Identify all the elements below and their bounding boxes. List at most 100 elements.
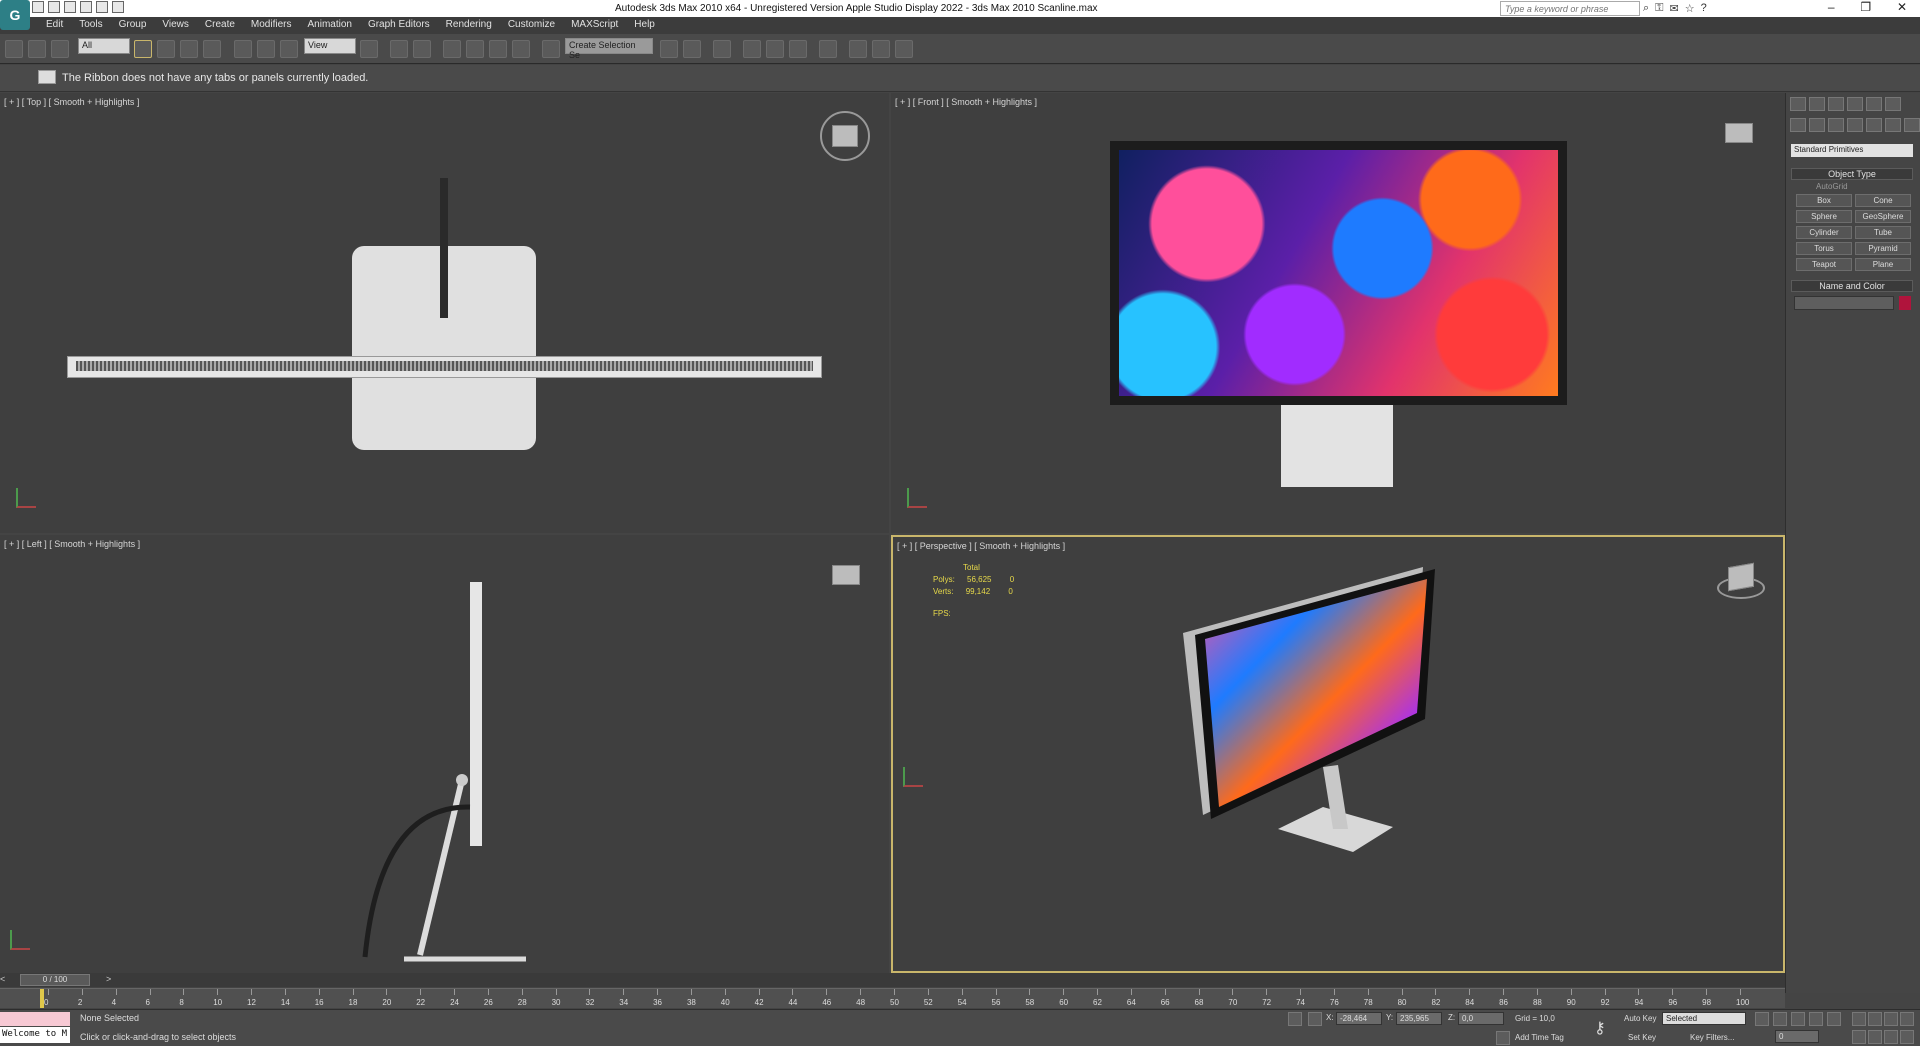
save-icon[interactable] xyxy=(64,1,76,13)
box-button[interactable]: Box xyxy=(1796,194,1852,207)
select-object-icon[interactable] xyxy=(134,40,152,58)
stand-shape[interactable] xyxy=(1281,405,1393,487)
restore-button[interactable]: ❐ xyxy=(1860,0,1871,14)
rendered-frame-window-icon[interactable] xyxy=(872,40,890,58)
menu-views[interactable]: Views xyxy=(154,17,197,34)
schematic-view-icon[interactable] xyxy=(789,40,807,58)
pivot-center-icon[interactable] xyxy=(360,40,378,58)
menu-group[interactable]: Group xyxy=(111,17,155,34)
go-to-end-icon[interactable] xyxy=(1827,1012,1841,1026)
unlink-icon[interactable] xyxy=(28,40,46,58)
cone-button[interactable]: Cone xyxy=(1855,194,1911,207)
close-button[interactable]: ✕ xyxy=(1897,0,1907,14)
sphere-button[interactable]: Sphere xyxy=(1796,210,1852,223)
selection-filter-dropdown[interactable]: All xyxy=(78,38,130,54)
redo-icon[interactable] xyxy=(96,1,108,13)
project-folder-icon[interactable] xyxy=(112,1,124,13)
z-coordinate-input[interactable]: 0,0 xyxy=(1458,1012,1504,1025)
play-icon[interactable] xyxy=(1791,1012,1805,1026)
tube-button[interactable]: Tube xyxy=(1855,226,1911,239)
helpers-icon[interactable] xyxy=(1866,118,1882,132)
go-to-start-icon[interactable] xyxy=(1755,1012,1769,1026)
move-icon[interactable] xyxy=(234,40,252,58)
pan-icon[interactable] xyxy=(1868,1030,1882,1044)
cylinder-button[interactable]: Cylinder xyxy=(1796,226,1852,239)
new-file-icon[interactable] xyxy=(32,1,44,13)
percent-snap-icon[interactable] xyxy=(489,40,507,58)
zoom-extents-icon[interactable] xyxy=(1884,1012,1898,1026)
display-tab-icon[interactable] xyxy=(1866,97,1882,111)
menu-rendering[interactable]: Rendering xyxy=(438,17,500,34)
select-by-name-icon[interactable] xyxy=(157,40,175,58)
field-of-view-icon[interactable] xyxy=(1852,1030,1866,1044)
monitor-bezel-shape[interactable] xyxy=(1110,141,1567,405)
time-slider[interactable]: 0 / 100 > < xyxy=(0,973,1785,987)
perspective-monitor-svg[interactable] xyxy=(1183,567,1513,927)
systems-icon[interactable] xyxy=(1904,118,1920,132)
x-coordinate-input[interactable]: -28,464 xyxy=(1336,1012,1382,1025)
render-production-icon[interactable] xyxy=(895,40,913,58)
selection-lock-icon[interactable] xyxy=(1288,1012,1302,1026)
menu-create[interactable]: Create xyxy=(197,17,243,34)
object-type-rollout[interactable]: Object Type xyxy=(1791,168,1913,180)
object-category-dropdown[interactable]: Standard Primitives xyxy=(1791,144,1913,157)
viewport-label[interactable]: [ + ] [ Left ] [ Smooth + Highlights ] xyxy=(4,539,140,549)
undo-icon[interactable] xyxy=(80,1,92,13)
minimize-button[interactable]: – xyxy=(1828,0,1835,14)
y-coordinate-input[interactable]: 235,965 xyxy=(1396,1012,1442,1025)
set-key-button[interactable]: Set Key xyxy=(1628,1033,1656,1042)
viewcube-face-icon[interactable] xyxy=(832,125,858,147)
favorites-icon[interactable]: ☆ xyxy=(1685,2,1695,15)
autogrid-checkbox[interactable]: AutoGrid xyxy=(1816,182,1848,191)
current-frame-input[interactable]: 0 xyxy=(1775,1030,1819,1043)
stand-profile-svg[interactable] xyxy=(340,765,540,965)
binoculars-icon[interactable]: ⌕ xyxy=(1643,2,1649,15)
named-selection-set-input[interactable]: Create Selection Se xyxy=(565,38,653,60)
edit-named-selection-icon[interactable] xyxy=(542,40,560,58)
viewport-label[interactable]: [ + ] [ Front ] [ Smooth + Highlights ] xyxy=(895,97,1037,107)
menu-modifiers[interactable]: Modifiers xyxy=(243,17,300,34)
bind-space-warp-icon[interactable] xyxy=(51,40,69,58)
layer-manager-icon[interactable] xyxy=(713,40,731,58)
menu-edit[interactable]: Edit xyxy=(38,17,71,34)
orbit-icon[interactable] xyxy=(1884,1030,1898,1044)
create-tab-icon[interactable] xyxy=(1790,97,1806,111)
display-body-shape[interactable] xyxy=(67,356,822,378)
graphite-modeling-icon[interactable] xyxy=(743,40,761,58)
space-warps-icon[interactable] xyxy=(1885,118,1901,132)
help-search-input[interactable] xyxy=(1500,1,1640,16)
teapot-button[interactable]: Teapot xyxy=(1796,258,1852,271)
menu-maxscript[interactable]: MAXScript xyxy=(563,17,626,34)
add-time-tag-button[interactable]: Add Time Tag xyxy=(1515,1033,1564,1042)
reference-coordinate-dropdown[interactable]: View xyxy=(304,38,356,54)
align-icon[interactable] xyxy=(683,40,701,58)
subscription-icon[interactable]: ⚿ xyxy=(1655,2,1663,15)
help-icon[interactable]: ? xyxy=(1701,2,1707,15)
snaps-toggle-icon[interactable] xyxy=(443,40,461,58)
time-slider-thumb[interactable]: 0 / 100 xyxy=(20,974,90,986)
maxscript-mini-listener-input[interactable]: Welcome to M xyxy=(0,1027,70,1043)
manipulate-icon[interactable] xyxy=(390,40,408,58)
mirror-icon[interactable] xyxy=(660,40,678,58)
angle-snap-icon[interactable] xyxy=(466,40,484,58)
zoom-icon[interactable] xyxy=(1852,1012,1866,1026)
key-filters-button[interactable]: Key Filters... xyxy=(1690,1033,1734,1042)
menu-help[interactable]: Help xyxy=(626,17,663,34)
menu-animation[interactable]: Animation xyxy=(299,17,359,34)
open-file-icon[interactable] xyxy=(48,1,60,13)
application-button[interactable]: G xyxy=(0,0,30,30)
viewport-perspective[interactable]: [ + ] [ Perspective ] [ Smooth + Highlig… xyxy=(891,535,1785,973)
next-frame-arrow-icon[interactable]: > xyxy=(106,974,111,984)
viewcube-icon[interactable] xyxy=(1725,123,1753,143)
utilities-tab-icon[interactable] xyxy=(1885,97,1901,111)
viewport-left[interactable]: [ + ] [ Left ] [ Smooth + Highlights ] xyxy=(0,535,889,973)
communication-icon[interactable]: ✉ xyxy=(1670,2,1679,15)
shapes-icon[interactable] xyxy=(1809,118,1825,132)
rotate-icon[interactable] xyxy=(257,40,275,58)
select-and-link-icon[interactable] xyxy=(5,40,23,58)
cameras-icon[interactable] xyxy=(1847,118,1863,132)
object-color-swatch[interactable] xyxy=(1899,296,1911,310)
previous-frame-icon[interactable] xyxy=(1773,1012,1787,1026)
window-crossing-icon[interactable] xyxy=(203,40,221,58)
motion-tab-icon[interactable] xyxy=(1847,97,1863,111)
